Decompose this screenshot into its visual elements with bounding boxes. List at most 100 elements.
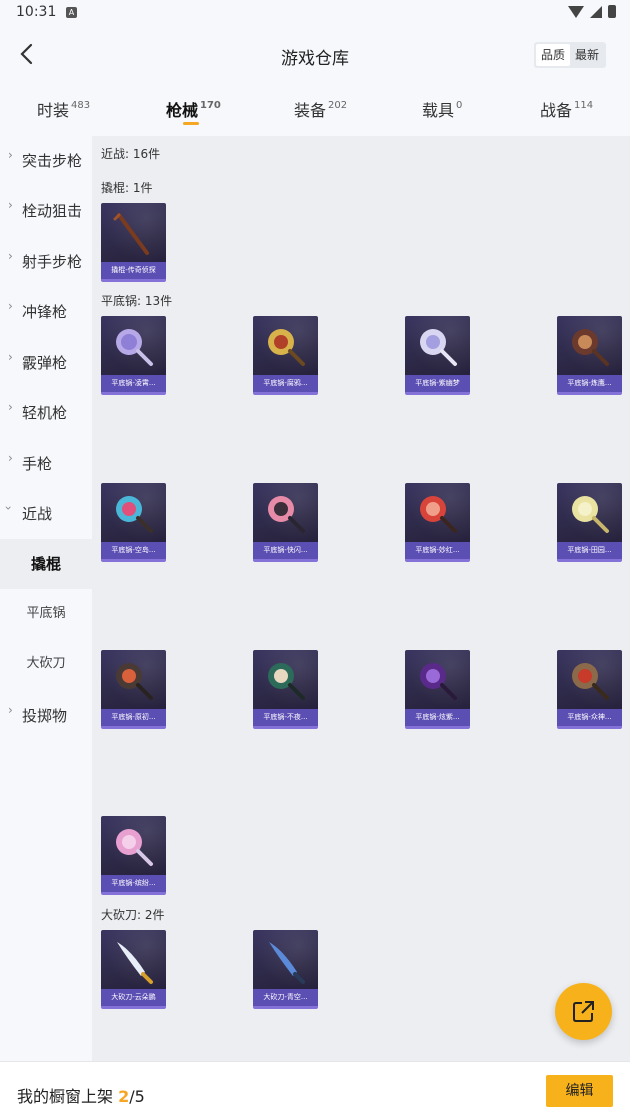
item-card-pan[interactable]: 平底锅-紫幽梦 [405, 316, 470, 395]
category-tabs: 时装 483 枪械 170 装备 202 载具 0 战备 114 [0, 85, 630, 135]
item-card-pan[interactable]: 平底锅-快闪... [253, 483, 318, 562]
item-card-pan[interactable]: 平底锅-空岛... [101, 483, 166, 562]
item-card-bg: 大砍刀-云朵鹏 [101, 930, 166, 1009]
chevron-right-icon: › [8, 400, 13, 414]
chevron-right-icon: › [8, 703, 13, 717]
item-name: 大砍刀-云朵鹏 [101, 989, 166, 1006]
tab-supplies[interactable]: 战备 114 [540, 97, 593, 121]
sidebar-sub-machete[interactable]: 大砍刀 [0, 639, 92, 689]
sidebar-item-pistol[interactable]: › 手枪 [0, 439, 92, 489]
item-name: 平底锅-妙红... [405, 542, 470, 559]
item-name: 大砍刀-青空... [253, 989, 318, 1006]
section-pan-count: 平底锅: 13件 [101, 294, 173, 308]
item-card-pan[interactable]: 平底锅-众神... [557, 650, 622, 729]
machete-icon [269, 942, 305, 984]
tab-count: 114 [574, 100, 594, 111]
section-machete-count: 大砍刀: 2件 [101, 908, 165, 922]
chevron-right-icon: › [8, 350, 13, 364]
item-card-pan[interactable]: 平底锅-腐鸦... [253, 316, 318, 395]
sort-quality-button[interactable]: 品质 [535, 44, 570, 66]
item-card-bg: 平底锅-腐鸦... [253, 316, 318, 395]
chevron-right-icon: › [8, 249, 13, 263]
status-time: 10:31 [16, 4, 57, 20]
signal-icon [590, 5, 602, 18]
sidebar-item-melee[interactable]: › 近战 [0, 489, 92, 539]
chevron-right-icon: › [8, 451, 13, 465]
sidebar-item-label: 投掷物 [22, 707, 68, 725]
shelf-max: 5 [134, 1087, 145, 1106]
item-grid-panel: 近战: 16件 撬棍: 1件 撬棍-传奇侦探 平底锅: 13件 平底锅-凌霄..… [92, 136, 630, 1061]
tab-label: 时装 [37, 101, 70, 120]
frying-pan-icon [116, 496, 153, 533]
section-crowbar-count: 撬棍: 1件 [101, 181, 153, 195]
sidebar-item-shotgun[interactable]: › 霰弹枪 [0, 338, 92, 388]
frying-pan-icon [572, 329, 609, 366]
item-name: 平底锅-紫幽梦 [405, 375, 470, 392]
item-card-pan[interactable]: 平底锅-田园... [557, 483, 622, 562]
item-card-pan[interactable]: 平底锅-凌霄... [101, 316, 166, 395]
notification-icon: A [66, 7, 77, 18]
wifi-icon [568, 5, 584, 18]
item-name: 平底锅-不夜... [253, 709, 318, 726]
share-button[interactable] [555, 983, 612, 1040]
sidebar-item-marksman-rifle[interactable]: › 射手步枪 [0, 237, 92, 287]
item-name: 平底锅-凌霄... [101, 375, 166, 392]
sidebar-item-lmg[interactable]: › 轻机枪 [0, 388, 92, 438]
battery-icon [608, 5, 616, 18]
bottom-bar: 我的橱窗上架 2/5 编辑 [0, 1061, 630, 1120]
tab-active-indicator [183, 122, 199, 125]
item-name: 平底锅-原初... [101, 709, 166, 726]
item-name: 平底锅-缤纷... [101, 875, 166, 892]
item-card-bg: 大砍刀-青空... [253, 930, 318, 1009]
sidebar-item-bolt-sniper[interactable]: › 栓动狙击 [0, 186, 92, 236]
item-card-crowbar[interactable]: 撬棍-传奇侦探 [101, 203, 166, 282]
item-card-bg: 平底锅-炫紫... [405, 650, 470, 729]
sort-latest-button[interactable]: 最新 [570, 44, 604, 66]
sidebar-item-smg[interactable]: › 冲锋枪 [0, 287, 92, 337]
tab-count: 170 [200, 100, 221, 111]
item-card-bg: 平底锅-炼鹰... [557, 316, 622, 395]
frying-pan-icon [268, 663, 305, 700]
item-name: 撬棍-传奇侦探 [101, 262, 166, 279]
sidebar-item-throwables[interactable]: › 投掷物 [0, 691, 92, 741]
item-card-bg: 平底锅-紫幽梦 [405, 316, 470, 395]
item-card-pan[interactable]: 平底锅-缤纷... [101, 816, 166, 895]
tab-count: 202 [328, 100, 348, 111]
frying-pan-icon [116, 329, 153, 366]
frying-pan-icon [268, 329, 305, 366]
item-card-bg: 平底锅-众神... [557, 650, 622, 729]
tab-fashion[interactable]: 时装 483 [37, 97, 90, 121]
sidebar-item-label: 近战 [22, 505, 53, 523]
item-card-pan[interactable]: 平底锅-妙红... [405, 483, 470, 562]
item-name: 平底锅-炫紫... [405, 709, 470, 726]
item-card-machete[interactable]: 大砍刀-云朵鹏 [101, 930, 166, 1009]
item-name: 平底锅-众神... [557, 709, 622, 726]
sidebar-item-label: 射手步枪 [22, 253, 83, 271]
item-card-bg: 平底锅-凌霄... [101, 316, 166, 395]
item-card-pan[interactable]: 平底锅-不夜... [253, 650, 318, 729]
item-card-bg: 平底锅-妙红... [405, 483, 470, 562]
item-card-machete[interactable]: 大砍刀-青空... [253, 930, 318, 1009]
tab-equipment[interactable]: 装备 202 [294, 97, 347, 121]
sidebar-sub-pan[interactable]: 平底锅 [0, 589, 92, 639]
item-card-pan[interactable]: 平底锅-炫紫... [405, 650, 470, 729]
sidebar-item-label: 手枪 [22, 455, 53, 473]
shelf-current: 2 [118, 1087, 130, 1106]
tab-guns[interactable]: 枪械 170 [166, 97, 221, 125]
item-name: 平底锅-腐鸦... [253, 375, 318, 392]
sort-toggle: 品质 最新 [533, 42, 606, 68]
edit-button[interactable]: 编辑 [546, 1075, 613, 1107]
tab-label: 战备 [540, 101, 573, 120]
item-name: 平底锅-炼鹰... [557, 375, 622, 392]
tab-vehicles[interactable]: 载具 0 [422, 97, 462, 121]
item-card-pan[interactable]: 平底锅-原初... [101, 650, 166, 729]
frying-pan-icon [268, 496, 305, 533]
sidebar-item-label: 冲锋枪 [22, 303, 68, 321]
sidebar-item-assault-rifle[interactable]: › 突击步枪 [0, 136, 92, 186]
item-card-pan[interactable]: 平底锅-炼鹰... [557, 316, 622, 395]
sidebar-sub-crowbar[interactable]: 撬棍 [0, 539, 92, 589]
frying-pan-icon [116, 663, 153, 700]
item-card-bg: 撬棍-传奇侦探 [101, 203, 166, 282]
chevron-right-icon: › [8, 198, 13, 212]
item-card-bg: 平底锅-田园... [557, 483, 622, 562]
